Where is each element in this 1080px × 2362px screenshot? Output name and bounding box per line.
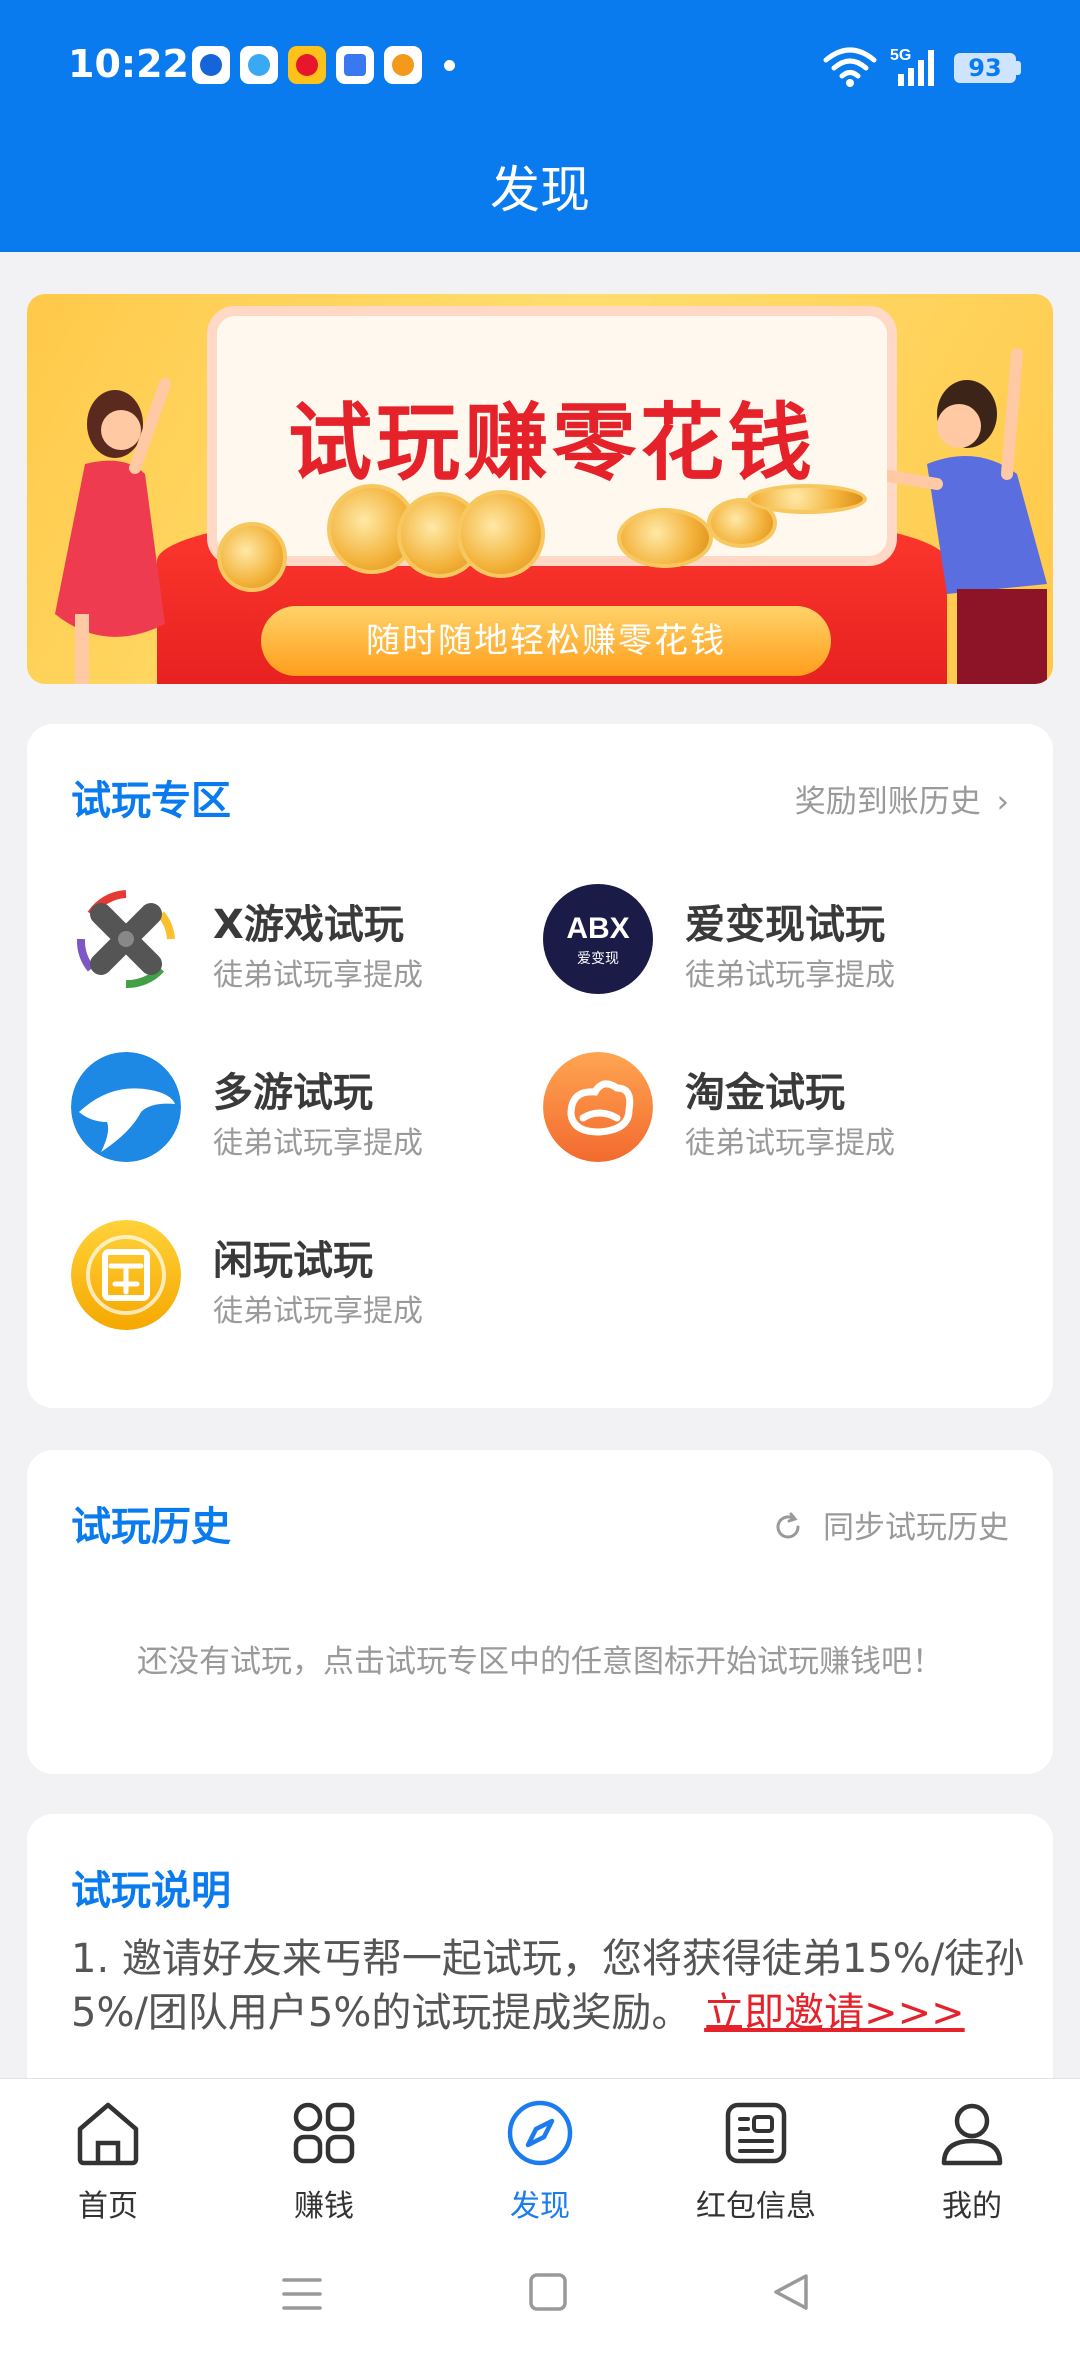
abx-icon: ABX 爱变现 <box>543 884 653 994</box>
app-desc: 徒弟试玩享提成 <box>685 1126 895 1161</box>
app-x-game[interactable]: X游戏试玩 徒弟试玩享提成 <box>71 874 551 1004</box>
signal-icon: 5G <box>890 47 934 86</box>
woman-illustration <box>55 378 171 684</box>
network-type: 5G <box>890 47 911 64</box>
app-name: 多游试玩 <box>213 1070 373 1116</box>
banner-button[interactable]: 随时随地轻松赚零花钱 <box>261 606 831 676</box>
grid-icon <box>293 2102 355 2164</box>
nav-label: 我的 <box>942 2189 1002 2224</box>
weibo-icon <box>288 46 326 84</box>
nav-discover[interactable]: 发现 <box>432 2079 648 2231</box>
status-time: 10:22 <box>68 42 189 86</box>
app-name: X游戏试玩 <box>213 902 404 948</box>
back-triangle-icon[interactable] <box>770 2272 810 2312</box>
home-icon <box>77 2102 139 2166</box>
coin-stack-graphic <box>747 484 867 514</box>
app-abx[interactable]: ABX 爱变现 爱变现试玩 徒弟试玩享提成 <box>543 874 1023 1004</box>
reward-history-label: 奖励到账历史 <box>794 784 981 820</box>
invite-now-link[interactable]: 立即邀请>>> <box>704 1990 965 2036</box>
battery-indicator: 93 <box>954 53 1016 83</box>
coin-graphic <box>217 522 287 592</box>
nav-label: 红包信息 <box>696 2189 816 2224</box>
app-desc: 徒弟试玩享提成 <box>213 1294 423 1329</box>
page-title: 发现 <box>490 161 590 219</box>
nav-me[interactable]: 我的 <box>864 2079 1080 2231</box>
trial-zone-title: 试玩专区 <box>71 778 231 824</box>
app-taojin[interactable]: 淘金试玩 徒弟试玩享提成 <box>543 1042 1023 1172</box>
coin-graphic <box>457 490 545 578</box>
menu-icon[interactable] <box>280 2274 324 2314</box>
status-bar: 10:22 5G 93 <box>0 0 1080 132</box>
banner-title: 试玩赚零花钱 <box>287 394 816 492</box>
dolphin-icon <box>71 1052 181 1162</box>
trial-zone-card: 试玩专区 奖励到账历史 › X游戏试玩 徒弟试玩享提成 ABX 爱变现 爱变现试… <box>27 724 1053 1408</box>
bottom-navigation: 首页 赚钱 发现 红包信息 我的 <box>0 2078 1080 2230</box>
app-desc: 徒弟试玩享提成 <box>213 1126 423 1161</box>
promo-banner[interactable]: 试玩赚零花钱 随时随地轻松赚零花钱 <box>27 294 1053 684</box>
nav-home[interactable]: 首页 <box>0 2079 216 2231</box>
nav-label: 首页 <box>78 2189 138 2224</box>
coin-graphic <box>617 508 713 568</box>
home-square-icon[interactable] <box>528 2272 568 2312</box>
compass-icon <box>507 2100 573 2166</box>
user-icon <box>941 2103 1003 2166</box>
app-desc: 徒弟试玩享提成 <box>213 958 423 993</box>
top-bar: 10:22 5G 93 发现 <box>0 0 1080 252</box>
wifi-icon <box>823 47 877 87</box>
app-name: 爱变现试玩 <box>685 902 885 948</box>
nav-label: 发现 <box>510 2189 570 2224</box>
sync-history-button[interactable]: 同步试玩历史 <box>773 1502 1009 1547</box>
xianwan-icon <box>71 1220 181 1330</box>
chevron-right-icon: › <box>996 784 1009 820</box>
system-navigation-bar <box>0 2230 1080 2362</box>
tiger-app-icon <box>384 46 422 84</box>
sync-history-label: 同步试玩历史 <box>823 1510 1009 1546</box>
nav-label: 赚钱 <box>294 2189 354 2224</box>
battery-tip <box>1016 61 1021 75</box>
reward-history-link[interactable]: 奖励到账历史 › <box>795 776 1009 821</box>
app-xianwan[interactable]: 闲玩试玩 徒弟试玩享提成 <box>71 1210 551 1340</box>
empty-history-text: 还没有试玩，点击试玩专区中的任意图标开始试玩赚钱吧！ <box>137 1644 943 1680</box>
banner-card: 试玩赚零花钱 <box>207 306 897 566</box>
trial-history-title: 试玩历史 <box>71 1504 231 1550</box>
trial-history-card: 试玩历史 同步试玩历史 还没有试玩，点击试玩专区中的任意图标开始试玩赚钱吧！ <box>27 1450 1053 1774</box>
x-game-icon <box>71 884 181 994</box>
trial-description-text: 1. 邀请好友来丐帮一起试玩，您将获得徒弟15%/徒孙5%/团队用户5%的试玩提… <box>71 1932 1041 2040</box>
abx-icon-subtext: 爱变现 <box>577 951 619 967</box>
refresh-icon <box>776 1512 800 1539</box>
app-name: 淘金试玩 <box>685 1070 845 1116</box>
app-name: 闲玩试玩 <box>213 1238 373 1284</box>
trial-description-title: 试玩说明 <box>71 1868 231 1914</box>
man-illustration <box>887 348 1047 684</box>
gold-cloud-icon <box>543 1052 653 1162</box>
more-notifications-dot <box>444 60 455 71</box>
app-duoyou[interactable]: 多游试玩 徒弟试玩享提成 <box>71 1042 551 1172</box>
news-icon <box>725 2102 787 2164</box>
app-icon-blue-target <box>192 46 230 84</box>
message-icon <box>336 46 374 84</box>
nav-earn[interactable]: 赚钱 <box>216 2079 432 2231</box>
nav-redpacket-info[interactable]: 红包信息 <box>648 2079 864 2231</box>
app-icon-blue-swirl <box>240 46 278 84</box>
app-desc: 徒弟试玩享提成 <box>685 958 895 993</box>
abx-icon-text: ABX <box>566 912 630 945</box>
